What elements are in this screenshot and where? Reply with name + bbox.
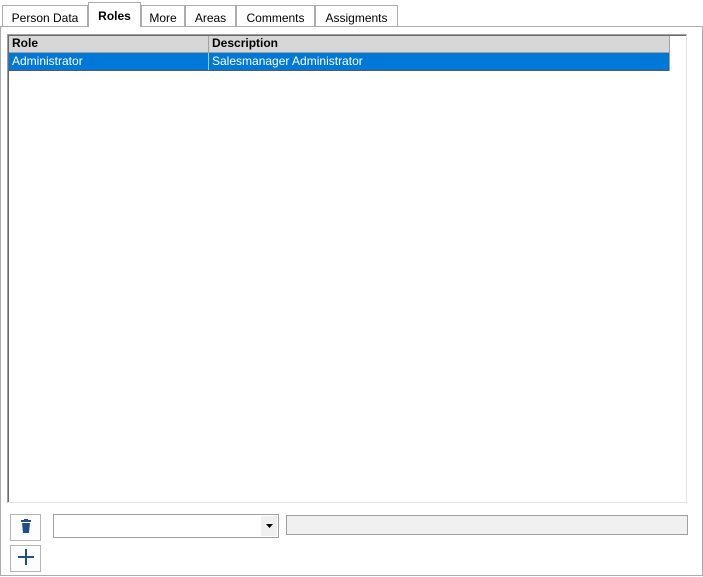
column-header-role[interactable]: Role bbox=[9, 36, 209, 52]
tab-strip: Person Data Roles More Areas Comments As… bbox=[0, 0, 703, 28]
roles-panel: Role Description Administrator Salesmana… bbox=[0, 26, 703, 576]
trash-icon bbox=[20, 519, 32, 536]
delete-button[interactable] bbox=[10, 514, 41, 541]
grid-divider bbox=[669, 36, 670, 71]
table-row[interactable]: Administrator Salesmanager Administrator bbox=[9, 53, 669, 71]
description-field bbox=[286, 515, 688, 535]
cell-role[interactable]: Administrator bbox=[9, 53, 209, 70]
roles-grid[interactable]: Role Description Administrator Salesmana… bbox=[7, 34, 687, 503]
plus-icon bbox=[17, 549, 34, 568]
chevron-down-icon[interactable] bbox=[261, 516, 277, 536]
add-button[interactable] bbox=[10, 545, 41, 572]
grid-header: Role Description bbox=[9, 36, 669, 53]
tab-more[interactable]: More bbox=[141, 5, 185, 26]
tab-person-data[interactable]: Person Data bbox=[2, 5, 88, 26]
tab-roles[interactable]: Roles bbox=[88, 2, 141, 27]
role-combo[interactable] bbox=[53, 514, 279, 538]
tab-assigments[interactable]: Assigments bbox=[315, 5, 398, 26]
role-combo-value bbox=[57, 520, 258, 534]
cell-description[interactable]: Salesmanager Administrator bbox=[209, 53, 669, 70]
tab-areas[interactable]: Areas bbox=[185, 5, 236, 26]
column-header-description[interactable]: Description bbox=[209, 36, 669, 52]
tab-comments[interactable]: Comments bbox=[236, 5, 315, 26]
